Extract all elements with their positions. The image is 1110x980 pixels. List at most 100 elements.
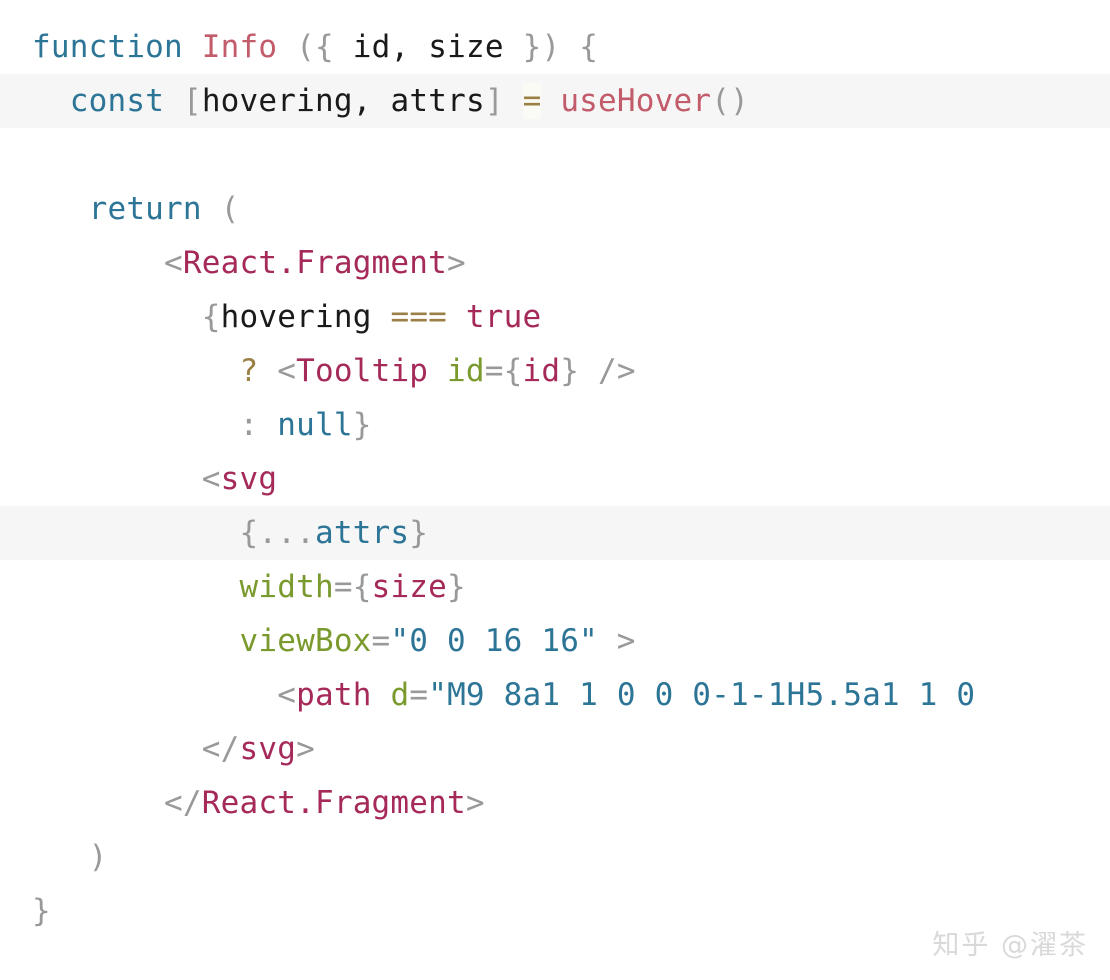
token-body-open-brace: { bbox=[579, 29, 599, 65]
token-equals: = bbox=[484, 353, 504, 389]
token-boolean-true: true bbox=[465, 299, 542, 335]
token-open-brace: { bbox=[352, 569, 372, 605]
token-closing-angle-open: </ bbox=[164, 785, 202, 821]
token-string-path-data: "M9 8a1 1 0 0 0-1-1H5.5a1 1 0 bbox=[428, 677, 976, 713]
token-close-brace-body: } bbox=[32, 893, 51, 929]
token-close-brace: } bbox=[560, 353, 580, 389]
token-var-attrs: attrs bbox=[314, 515, 410, 551]
code-line-content: return ( bbox=[0, 182, 1110, 236]
code-line-content: {...attrs} bbox=[0, 506, 1110, 560]
token-open-paren: ( bbox=[220, 191, 240, 227]
code-line-15: </React.Fragment> bbox=[0, 776, 1110, 830]
code-line-content: viewBox="0 0 16 16" > bbox=[0, 614, 1110, 668]
token-self-closing: /> bbox=[598, 353, 636, 389]
token-ternary-question: ? bbox=[239, 353, 259, 389]
token-closing-angle-open: </ bbox=[201, 731, 240, 767]
token-assign-operator: = bbox=[522, 83, 542, 119]
token-close-bracket: ] bbox=[484, 83, 504, 119]
token-keyword-return: return bbox=[88, 191, 202, 227]
token-close-brace: } bbox=[352, 407, 372, 443]
token-angle-open: < bbox=[277, 353, 297, 389]
token-attr-width: width bbox=[239, 569, 334, 605]
token-equals: = bbox=[333, 569, 353, 605]
code-line-10: {...attrs} bbox=[0, 506, 1110, 560]
token-expr-id: id bbox=[522, 353, 561, 389]
token-angle-close: > bbox=[465, 785, 485, 821]
token-ident-hovering: hovering bbox=[220, 299, 372, 335]
token-keyword-null: null bbox=[277, 407, 353, 443]
code-line-content: width={size} bbox=[0, 560, 1110, 614]
code-line-content: {hovering === true bbox=[0, 290, 1110, 344]
code-line-5: <React.Fragment> bbox=[0, 236, 1110, 290]
token-angle-close: > bbox=[296, 731, 315, 767]
token-angle-close: > bbox=[447, 245, 466, 281]
token-close-brace: } bbox=[409, 515, 429, 551]
token-open-brace: { bbox=[315, 29, 334, 65]
code-line-8: : null} bbox=[0, 398, 1110, 452]
token-close-paren: ) bbox=[541, 29, 561, 65]
token-close-brace: } bbox=[522, 29, 542, 65]
token-tag-tooltip: Tooltip bbox=[296, 353, 429, 389]
token-var-attrs: attrs bbox=[390, 83, 485, 119]
token-strict-equals: === bbox=[390, 299, 448, 335]
token-keyword-const: const bbox=[69, 83, 165, 119]
code-line-11: width={size} bbox=[0, 560, 1110, 614]
code-line-content: ? <Tooltip id={id} /> bbox=[0, 344, 1110, 398]
token-param-size: size bbox=[428, 29, 504, 65]
code-line-content: <React.Fragment> bbox=[0, 236, 1110, 290]
code-line-12: viewBox="0 0 16 16" > bbox=[0, 614, 1110, 668]
token-attr-viewbox: viewBox bbox=[239, 623, 372, 659]
token-angle-open: < bbox=[164, 245, 183, 281]
token-equals: = bbox=[371, 623, 391, 659]
token-tag-react-fragment: React.Fragment bbox=[182, 245, 448, 281]
token-param-id: id bbox=[352, 29, 391, 65]
code-block: function Info ({ id, size }) { const [ho… bbox=[0, 0, 1110, 938]
token-open-paren: ( bbox=[296, 29, 316, 65]
token-attr-d: d bbox=[390, 677, 410, 713]
token-comma: , bbox=[390, 29, 410, 65]
token-angle-open: < bbox=[201, 461, 221, 497]
code-line-content: const [hovering, attrs] = useHover() bbox=[0, 74, 1110, 128]
code-line-4: return ( bbox=[0, 182, 1110, 236]
code-line-9: <svg bbox=[0, 452, 1110, 506]
token-tag-react-fragment-close: React.Fragment bbox=[201, 785, 466, 821]
token-tag-path: path bbox=[296, 677, 372, 713]
token-open-brace: { bbox=[201, 299, 221, 335]
token-spread-dots: ... bbox=[258, 515, 315, 551]
token-tag-svg-close: svg bbox=[239, 731, 297, 767]
token-string-viewbox: "0 0 16 16" bbox=[390, 623, 598, 659]
watermark: 知乎 @濯茶 bbox=[932, 930, 1088, 961]
code-line-7: ? <Tooltip id={id} /> bbox=[0, 344, 1110, 398]
token-hook-usehover: useHover bbox=[560, 83, 712, 119]
token-expr-size: size bbox=[371, 569, 448, 605]
token-open-bracket: [ bbox=[182, 83, 202, 119]
code-line-content: </React.Fragment> bbox=[0, 776, 1110, 830]
code-line-6: {hovering === true bbox=[0, 290, 1110, 344]
code-line-3-blank bbox=[0, 128, 1110, 182]
token-comma: , bbox=[352, 83, 372, 119]
